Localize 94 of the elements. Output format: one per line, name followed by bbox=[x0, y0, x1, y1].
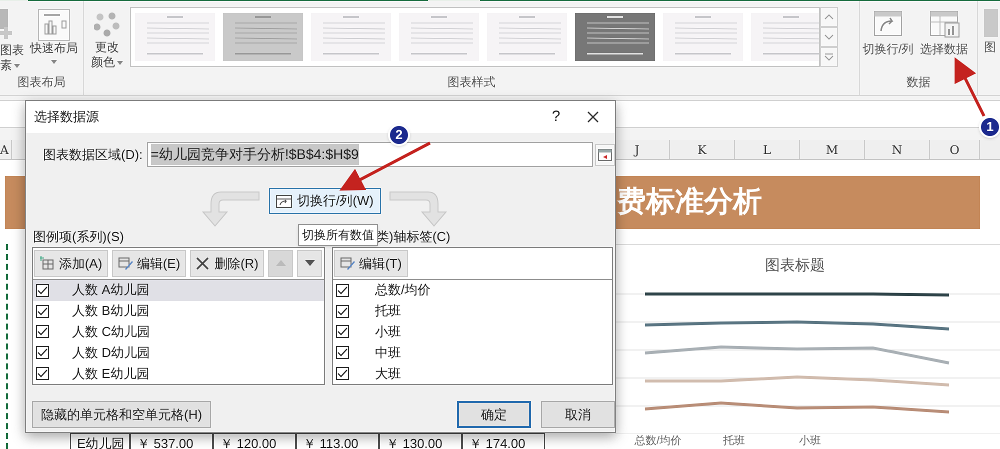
checkbox[interactable] bbox=[336, 367, 349, 380]
category-item[interactable]: 托班 bbox=[333, 300, 612, 322]
series-item[interactable]: 人数 D幼儿园 bbox=[33, 342, 324, 364]
column-header[interactable]: K bbox=[670, 140, 735, 159]
change-colors-button[interactable]: 更改 颜色 bbox=[88, 1, 126, 70]
ribbon-label: 颜色 bbox=[91, 55, 115, 70]
chart-style-thumbnail[interactable] bbox=[751, 13, 819, 61]
range-label: 图表数据区域(D): bbox=[43, 146, 143, 164]
expand-icon bbox=[822, 53, 836, 61]
table-swap-icon bbox=[872, 9, 904, 39]
checkbox[interactable] bbox=[36, 304, 49, 318]
hidden-cells-button[interactable]: 隐藏的单元格和空单元格(H) bbox=[32, 401, 212, 428]
series-item[interactable]: 人数 B幼儿园 bbox=[33, 300, 324, 322]
curved-arrow-icon bbox=[201, 190, 261, 228]
remove-series-button[interactable]: 删除(R) bbox=[190, 250, 264, 277]
quick-layout-button[interactable]: 快速布局 bbox=[28, 1, 80, 64]
series-item[interactable]: 人数 A幼儿园 bbox=[33, 280, 324, 301]
ribbon-group-label: 数据 bbox=[906, 74, 930, 91]
chart-title: 图表标题 bbox=[765, 256, 825, 276]
caret-icon bbox=[51, 60, 57, 64]
ribbon-group-label: 图表样式 bbox=[448, 74, 496, 91]
caret-icon bbox=[14, 64, 20, 68]
scroll-down-button[interactable] bbox=[820, 27, 838, 47]
dialog-title: 选择数据源 bbox=[34, 108, 100, 126]
cancel-button[interactable]: 取消 bbox=[541, 401, 615, 428]
checkbox[interactable] bbox=[36, 284, 49, 297]
ribbon-group-label: 图表布局 bbox=[18, 74, 66, 91]
triangle-down-icon bbox=[304, 260, 314, 266]
category-item[interactable]: 大班 bbox=[333, 363, 612, 384]
column-header[interactable]: O bbox=[930, 140, 980, 159]
table-pencil-icon bbox=[118, 256, 133, 271]
range-select-icon bbox=[598, 148, 612, 160]
close-icon bbox=[195, 256, 210, 271]
table-swap-icon bbox=[276, 194, 292, 208]
select-data-button[interactable]: 选择数据 bbox=[916, 1, 972, 57]
column-header[interactable]: M bbox=[800, 140, 865, 159]
table-chart-icon bbox=[928, 9, 960, 39]
checkbox[interactable] bbox=[36, 325, 49, 338]
chart-elements-button[interactable]: 图表 素 bbox=[0, 1, 26, 73]
ribbon-icon bbox=[984, 9, 998, 37]
edit-axis-labels-button[interactable]: 编辑(T) bbox=[334, 250, 408, 277]
table-pencil-icon bbox=[340, 256, 356, 271]
chart-style-thumbnail[interactable] bbox=[311, 13, 391, 61]
chart-layout-icon bbox=[38, 9, 70, 41]
range-field[interactable]: =幼儿园竞争对手分析!$B$4:$H$9 bbox=[146, 142, 594, 167]
category-item[interactable]: 中班 bbox=[333, 342, 612, 364]
checkbox[interactable] bbox=[336, 346, 349, 360]
ok-button[interactable]: 确定 bbox=[457, 401, 531, 428]
chart-style-thumbnail[interactable] bbox=[223, 13, 303, 61]
switch-row-column-button[interactable]: 切换行/列 bbox=[860, 1, 916, 57]
curved-arrow-icon bbox=[388, 190, 448, 228]
close-icon bbox=[587, 111, 599, 123]
checkbox[interactable] bbox=[336, 325, 349, 338]
ribbon-label: 图表 bbox=[0, 43, 24, 58]
annotation-arrow bbox=[954, 57, 986, 117]
chart-style-thumbnail[interactable] bbox=[663, 13, 743, 61]
series-item[interactable]: 人数 E幼儿园 bbox=[33, 363, 324, 384]
caret-icon bbox=[117, 60, 123, 64]
move-down-button[interactable] bbox=[297, 250, 322, 277]
chart-style-thumbnail[interactable] bbox=[575, 13, 655, 61]
color-dots-icon bbox=[94, 11, 120, 37]
table-plus-icon bbox=[40, 256, 55, 271]
series-item[interactable]: 人数 C幼儿园 bbox=[33, 321, 324, 342]
column-header[interactable]: A bbox=[0, 140, 12, 159]
chart-style-thumbnail[interactable] bbox=[399, 13, 479, 61]
ribbon-label: 更改 bbox=[95, 40, 119, 55]
help-button[interactable]: ? bbox=[541, 106, 571, 128]
collapse-dialog-button[interactable] bbox=[595, 144, 615, 166]
category-item[interactable]: 小班 bbox=[333, 321, 612, 342]
series-label: 图例项(系列)(S) bbox=[33, 228, 124, 246]
more-styles-button[interactable] bbox=[820, 47, 838, 67]
chart-style-thumbnail[interactable] bbox=[487, 13, 567, 61]
category-item[interactable]: 总数/均价 bbox=[333, 280, 612, 301]
ribbon-label: 图 bbox=[984, 40, 996, 55]
scroll-up-button[interactable] bbox=[820, 7, 838, 27]
checkbox[interactable] bbox=[36, 367, 49, 380]
column-header[interactable]: L bbox=[735, 140, 800, 159]
checkbox[interactable] bbox=[336, 304, 349, 318]
axis-label: 小班 bbox=[798, 434, 822, 448]
tooltip: 切换所有数值 bbox=[298, 224, 378, 246]
column-header[interactable]: N bbox=[865, 140, 930, 159]
switch-row-column-button[interactable]: 切换行/列(W) bbox=[269, 188, 381, 214]
add-series-button[interactable]: 添加(A) bbox=[34, 250, 108, 277]
axis-label: 托班 bbox=[722, 434, 746, 448]
banner-title: 费标准分析 bbox=[617, 184, 762, 220]
ribbon-label: 素 bbox=[0, 58, 12, 73]
edit-series-button[interactable]: 编辑(E) bbox=[112, 250, 186, 277]
checkbox[interactable] bbox=[336, 284, 349, 297]
triangle-up-icon bbox=[276, 260, 286, 266]
caret-up-icon bbox=[822, 13, 836, 21]
chart-style-thumbnail[interactable] bbox=[135, 13, 215, 61]
axis-label: 总数/均价 bbox=[633, 434, 683, 448]
checkbox[interactable] bbox=[36, 346, 49, 360]
caret-down-icon bbox=[822, 33, 836, 41]
